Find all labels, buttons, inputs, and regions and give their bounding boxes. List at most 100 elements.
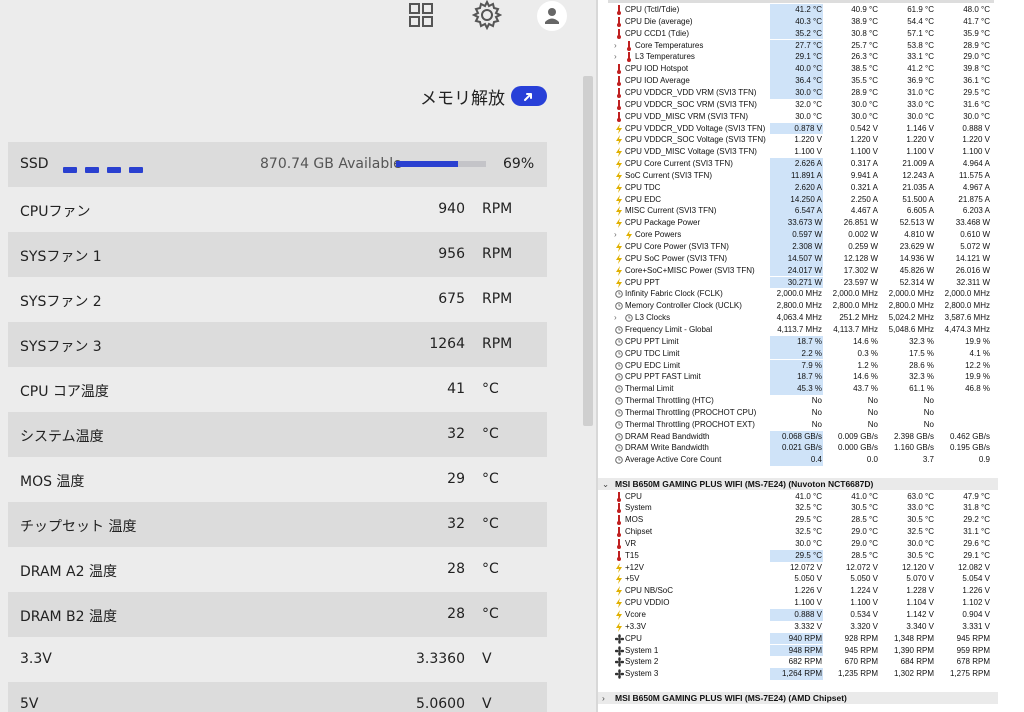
sensor-reading: 30.5 °C — [907, 550, 934, 560]
group-header-chipset[interactable]: › MSI B650M GAMING PLUS WIFI (MS-7E24) (A… — [598, 692, 998, 704]
sensor-table-row[interactable]: VR 30.0 °C 29.0 °C 30.0 °C 29.6 °C — [598, 538, 998, 550]
sensor-table-row[interactable]: System 3 1,264 RPM 1,235 RPM 1,302 RPM 1,275… — [598, 668, 998, 681]
sensor-table-row[interactable]: › Core Powers 0.597 W 0.002 W 4.810 W 0.610 W — [598, 229, 998, 241]
sensor-table-row[interactable]: CPU EDC Limit 7.9 % 1.2 % 28.6 % 12.2 % — [598, 359, 998, 372]
sensor-table-row[interactable]: CPU 41.0 °C 41.0 °C 63.0 °C 47.9 °C — [598, 491, 998, 503]
sensor-row: CPU コア温度 41 °C — [8, 367, 547, 412]
sensor-table-row[interactable]: CPU TDC 2.620 A 0.321 A 21.035 A 4.967 A — [598, 181, 998, 194]
ssd-row: SSD 870.74 GB Available 69% — [8, 142, 547, 187]
sensor-table-row[interactable]: System 1 948 RPM 945 RPM 1,390 RPM 959 RPM — [598, 644, 998, 657]
chevron-right-icon[interactable]: › — [614, 51, 622, 63]
sensor-reading: 1,390 RPM — [893, 645, 934, 655]
sensor-table-row[interactable]: CPU PPT 30.271 W 23.597 W 52.314 W 32.311 W — [598, 276, 998, 289]
sensor-name: CPU — [625, 491, 642, 501]
sensor-table-row[interactable]: CPU NB/SoC 1.226 V 1.224 V 1.228 V 1.226 V — [598, 585, 998, 597]
sensor-table-row[interactable]: Thermal Limit 45.3 % 43.7 % 61.1 % 46.8 % — [598, 383, 998, 395]
sensor-reading: 12.120 V — [901, 562, 934, 572]
sensor-table-row[interactable]: CPU 940 RPM 928 RPM 1,348 RPM 945 RPM — [598, 632, 998, 645]
sensor-reading: 1.220 V — [962, 135, 990, 145]
gear-icon[interactable] — [471, 0, 503, 34]
sensor-reading: 0.888 V — [794, 610, 822, 619]
sensor-reading: 45.3 % — [797, 384, 822, 394]
sensor-table-row[interactable]: DRAM Read Bandwidth 0.068 GB/s 0.009 GB/s 2… — [598, 430, 998, 443]
lightning-icon — [615, 170, 623, 181]
sensor-table-row[interactable]: › L3 Temperatures 29.1 °C 26.3 °C 33.1 °C 29.… — [598, 51, 998, 64]
chevron-right-icon[interactable]: › — [614, 229, 622, 241]
sensor-table-row[interactable]: Chipset 32.5 °C 29.0 °C 32.5 °C 31.1 °C — [598, 526, 998, 538]
scrollbar[interactable] — [583, 76, 593, 426]
sensor-reading: No — [923, 396, 934, 406]
sensor-table-row[interactable]: Vcore 0.888 V 0.534 V 1.142 V 0.904 V — [598, 609, 998, 621]
sensor-table-row[interactable]: +5V 5.050 V 5.050 V 5.070 V 5.054 V — [598, 573, 998, 585]
sensor-table-row[interactable]: CPU SoC Power (SVI3 TFN) 14.507 W 12.128 W… — [598, 252, 998, 265]
sensor-table-row[interactable]: CPU PPT Limit 18.7 % 14.6 % 32.3 % 19.9 % — [598, 335, 998, 348]
sensor-reading: 4,113.7 MHz — [777, 324, 822, 334]
sensor-reading: 30.0 °C — [851, 111, 878, 121]
sensor-reading: 2,800.0 MHz — [776, 301, 822, 311]
sensor-table-row[interactable]: CPU Package Power 33.673 W 26.851 W 52.513 … — [598, 217, 998, 230]
sensor-reading: 33.1 °C — [907, 52, 934, 62]
sensor-table-row[interactable]: MISC Current (SVI3 TFN) 6.547 A 4.467 A 6.6… — [598, 205, 998, 218]
sensor-reading: 945 RPM — [844, 645, 878, 655]
sensor-table-row[interactable]: › L3 Clocks 4,063.4 MHz 251.2 MHz 5,024.2 MH… — [598, 312, 998, 324]
sensor-name: System — [625, 503, 652, 513]
sensor-table-row[interactable]: Thermal Throttling (PROCHOT CPU) No No No — [598, 407, 998, 419]
sensor-reading: 11.575 A — [959, 170, 990, 180]
sensor-reading: 32.5 °C — [795, 527, 822, 537]
sensor-table-row[interactable]: Thermal Throttling (PROCHOT EXT) No No No — [598, 419, 998, 431]
sensor-table-row[interactable]: +12V 12.072 V 12.072 V 12.120 V 12.082 V — [598, 562, 998, 574]
sensor-reading: 36.4 °C — [795, 76, 822, 86]
sensor-table-row[interactable]: CPU (Tctl/Tdie) 41.2 °C 40.9 °C 61.9 °C 48.0… — [598, 4, 998, 16]
sensor-table-row[interactable]: CPU TDC Limit 2.2 % 0.3 % 17.5 % 4.1 % — [598, 347, 998, 360]
chevron-down-icon[interactable]: ⌄ — [602, 478, 609, 490]
sensor-table-row[interactable]: CPU VDD_MISC VRM (SVI3 TFN) 30.0 °C 30.0 °… — [598, 111, 998, 123]
sensor-table-row[interactable]: CPU VDD_MISC Voltage (SVI3 TFN) 1.100 V 1.… — [598, 146, 998, 158]
memory-release-button[interactable] — [511, 86, 547, 106]
sensor-table-row[interactable]: CPU VDDCR_SOC VRM (SVI3 TFN) 32.0 °C 30.0 … — [598, 99, 998, 111]
sensor-table-row[interactable]: System 32.5 °C 30.5 °C 33.0 °C 31.8 °C — [598, 502, 998, 514]
sensor-table-row[interactable]: CPU VDDCR_VDD Voltage (SVI3 TFN) 0.878 V 0… — [598, 122, 998, 135]
sensor-reading: 21.009 A — [902, 159, 934, 169]
sensor-table-row[interactable]: Infinity Fabric Clock (FCLK) 2,000.0 MHz 2… — [598, 288, 998, 300]
group-header-motherboard[interactable]: ⌄ MSI B650M GAMING PLUS WIFI (MS-7E24) (N… — [598, 478, 998, 490]
sensor-table-row[interactable]: Memory Controller Clock (UCLK) 2,800.0 MH… — [598, 300, 998, 312]
sensor-table-row[interactable]: CPU VDDCR_VDD VRM (SVI3 TFN) 30.0 °C 28.9 … — [598, 86, 998, 99]
chevron-right-icon[interactable]: › — [602, 692, 605, 704]
sensor-table-row[interactable]: System 2 682 RPM 670 RPM 684 RPM 678 RPM — [598, 656, 998, 668]
sensor-name: CPU IOD Hotspot — [625, 64, 689, 74]
sensor-reading: 1.160 GB/s — [893, 443, 934, 453]
sensor-table-row[interactable]: Average Active Core Count 0.4 0.0 3.7 0.9 — [598, 454, 998, 467]
sensor-table-row[interactable]: CPU IOD Hotspot 40.0 °C 38.5 °C 41.2 °C 39.8… — [598, 63, 998, 76]
sensor-table-row[interactable]: Thermal Throttling (HTC) No No No — [598, 395, 998, 407]
sensor-table-row[interactable]: MOS 29.5 °C 28.5 °C 30.5 °C 29.2 °C — [598, 514, 998, 526]
sensor-table-row[interactable]: CPU PPT FAST Limit 18.7 % 14.6 % 32.3 % 19.9… — [598, 371, 998, 384]
sensor-table-row[interactable]: +3.3V 3.332 V 3.320 V 3.340 V 3.331 V — [598, 621, 998, 633]
sensor-reading: 2,800.0 MHz — [888, 301, 934, 311]
sensor-table-row[interactable]: CPU VDDCR_SOC Voltage (SVI3 TFN) 1.220 V 1… — [598, 134, 998, 146]
grid-icon[interactable] — [408, 2, 434, 32]
sensor-table-row[interactable]: CPU Core Power (SVI3 TFN) 2.308 W 0.259 W 2… — [598, 241, 998, 253]
sensor-table-row[interactable]: DRAM Write Bandwidth 0.021 GB/s 0.000 GB/s… — [598, 442, 998, 455]
ssd-available: 870.74 GB Available — [260, 156, 402, 172]
sensor-table-row[interactable]: Frequency Limit - Global 4,113.7 MHz 4,113… — [598, 324, 998, 336]
sensor-table-row[interactable]: Core+SoC+MISC Power (SVI3 TFN) 24.017 W 17… — [598, 264, 998, 277]
sensor-reading: 11.891 A — [791, 170, 822, 180]
sensor-reading: 14.936 W — [899, 253, 934, 263]
sensor-table-row[interactable]: CPU CCD1 (Tdie) 35.2 °C 30.8 °C 57.1 °C 35.9… — [598, 27, 998, 40]
sensor-table-row[interactable]: T15 29.5 °C 28.5 °C 30.5 °C 29.1 °C — [598, 549, 998, 562]
sensor-reading: 1.102 V — [962, 598, 990, 608]
sensor-table-row[interactable]: CPU Core Current (SVI3 TFN) 2.626 A 0.317 … — [598, 158, 998, 170]
sensor-table-row[interactable]: CPU IOD Average 36.4 °C 35.5 °C 36.9 °C 36.1… — [598, 75, 998, 87]
sensor-table-row[interactable]: › Core Temperatures 27.7 °C 25.7 °C 53.8 °C 2… — [598, 39, 998, 52]
chevron-right-icon[interactable]: › — [614, 312, 622, 324]
chevron-right-icon[interactable]: › — [614, 40, 622, 52]
sensor-table-row[interactable]: CPU VDDIO 1.100 V 1.100 V 1.104 V 1.102 V — [598, 597, 998, 609]
sensor-table-row[interactable]: SoC Current (SVI3 TFN) 11.891 A 9.941 A 12.… — [598, 169, 998, 182]
sensor-value: 5.0600 — [416, 696, 465, 712]
sensor-value: 940 — [438, 201, 465, 217]
sensor-reading: 28.9 °C — [851, 87, 878, 97]
sensor-table-row[interactable]: CPU Die (average) 40.3 °C 38.9 °C 54.4 °C 41… — [598, 15, 998, 28]
user-avatar-icon[interactable] — [536, 0, 568, 36]
sensor-table-row[interactable]: CPU EDC 14.250 A 2.250 A 51.500 A 21.875 A — [598, 193, 998, 206]
sensor-unit: RPM — [482, 291, 513, 307]
